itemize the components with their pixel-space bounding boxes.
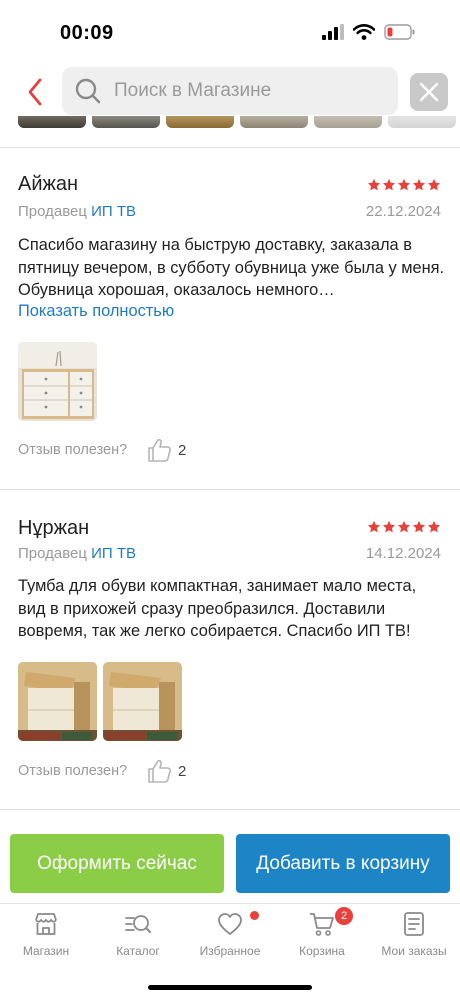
back-button[interactable] <box>18 74 52 110</box>
review-date: 14.12.2024 <box>365 545 441 562</box>
tab-favorites[interactable]: Избранное <box>184 910 276 968</box>
review-date: 22.12.2024 <box>365 203 441 220</box>
status-bar: 00:09 <box>0 0 460 60</box>
tab-catalog[interactable]: Каталог <box>92 910 184 968</box>
star-icon <box>427 520 441 533</box>
reviewer-name: Айжан <box>18 173 79 195</box>
seller-link[interactable]: ИП ТВ <box>91 203 136 220</box>
status-time: 00:09 <box>60 22 114 44</box>
seller-info: Продавец ИП ТВ <box>18 203 136 220</box>
review-text: Спасибо магазину на быструю доставку, за… <box>18 236 445 299</box>
star-icon <box>397 520 411 533</box>
chevron-left-icon <box>28 78 42 106</box>
divider <box>0 809 460 810</box>
catalog-search-icon <box>125 915 151 933</box>
add-to-cart-button[interactable]: Добавить в корзину <box>236 834 450 893</box>
thumbnail[interactable] <box>388 116 456 128</box>
thumbnail[interactable] <box>18 116 86 128</box>
review-photo[interactable] <box>103 662 182 741</box>
tab-my-orders[interactable]: Мои заказы <box>368 910 460 968</box>
search-input[interactable]: Поиск в Магазине <box>62 67 398 115</box>
thumbnail[interactable] <box>314 116 382 128</box>
thumbs-up-icon[interactable] <box>146 758 172 784</box>
star-icon <box>427 178 441 191</box>
shop-icon <box>35 913 57 935</box>
clear-search-button[interactable] <box>410 73 448 111</box>
search-placeholder: Поиск в Магазине <box>114 80 272 101</box>
review-card: Айжан Продавец ИП ТВ 22.12.2024 Спасибо … <box>0 148 460 488</box>
tab-label: Магазин <box>22 944 70 958</box>
thumbnail[interactable] <box>92 116 160 128</box>
star-icon <box>412 178 426 191</box>
close-icon <box>419 82 439 102</box>
thumbs-up-icon[interactable] <box>146 437 172 463</box>
like-count: 2 <box>178 442 187 459</box>
show-more-link[interactable]: Показать полностью <box>18 302 174 321</box>
star-icon <box>382 178 396 191</box>
shoe-cabinet-photo <box>18 342 97 421</box>
star-icon <box>382 520 396 533</box>
orders-list-icon <box>404 912 424 936</box>
review-photo[interactable] <box>18 342 97 421</box>
star-icon <box>397 178 411 191</box>
tab-label: Мои заказы <box>381 944 447 958</box>
seller-prefix: Продавец <box>18 545 87 562</box>
favorites-notification-dot <box>250 911 259 920</box>
battery-low-icon <box>384 24 415 40</box>
action-bar: Оформить сейчас Добавить в корзину <box>0 830 460 896</box>
review-photo[interactable] <box>18 662 97 741</box>
seller-link[interactable]: ИП ТВ <box>91 545 136 562</box>
star-icon <box>367 178 381 191</box>
helpful-label: Отзыв полезен? <box>18 442 128 458</box>
thumbnail[interactable] <box>240 116 308 128</box>
star-icon <box>367 520 381 533</box>
tab-label: Избранное <box>199 944 261 958</box>
review-card: Нұржан Продавец ИП ТВ 14.12.2024 Тумба д… <box>0 490 460 808</box>
status-icons <box>322 24 416 40</box>
tab-label: Каталог <box>116 944 160 958</box>
tab-cart[interactable]: Корзина <box>276 910 368 968</box>
bottom-tab-bar: Магазин Каталог Избранное Корзина 2 Мои … <box>0 903 460 973</box>
header: Поиск в Магазине <box>0 60 460 122</box>
home-indicator <box>148 985 312 990</box>
cart-icon <box>310 913 334 936</box>
thumbnail[interactable] <box>166 116 234 128</box>
shoe-cabinet-photo <box>103 662 182 741</box>
seller-info: Продавец ИП ТВ <box>18 545 136 562</box>
seller-prefix: Продавец <box>18 203 87 220</box>
cellular-signal-icon <box>322 24 344 40</box>
heart-icon <box>218 913 242 935</box>
tab-label: Корзина <box>299 944 345 958</box>
star-icon <box>412 520 426 533</box>
helpful-label: Отзыв полезен? <box>18 763 128 779</box>
star-rating <box>367 178 441 192</box>
wifi-icon <box>353 24 375 40</box>
shoe-cabinet-photo <box>18 662 97 741</box>
like-count: 2 <box>178 763 187 780</box>
search-icon <box>75 78 101 104</box>
photo-thumbnail-strip[interactable] <box>0 116 460 130</box>
checkout-now-button[interactable]: Оформить сейчас <box>10 834 224 893</box>
cart-count-badge: 2 <box>335 907 353 925</box>
star-rating <box>367 520 441 534</box>
reviewer-name: Нұржан <box>18 517 90 539</box>
tab-shop[interactable]: Магазин <box>0 910 92 968</box>
review-text: Тумба для обуви компактная, занимает мал… <box>18 577 417 640</box>
